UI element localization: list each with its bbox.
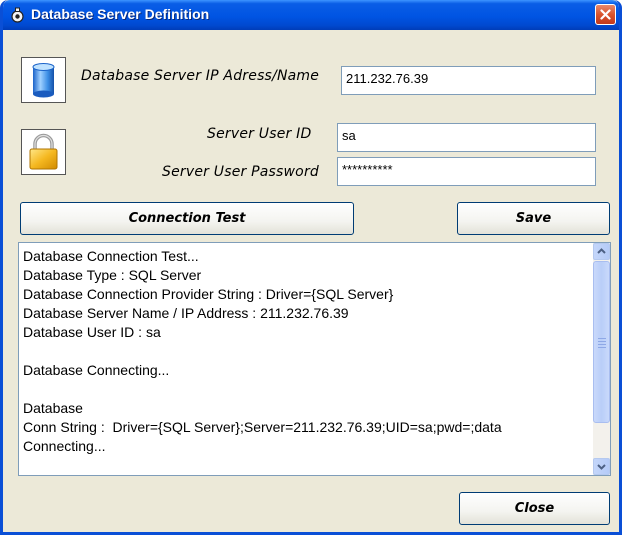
save-button[interactable]: Save [457, 202, 610, 235]
user-id-input[interactable]: sa [337, 123, 596, 152]
log-line: Database Server Name / IP Address : 211.… [23, 305, 349, 321]
connection-test-button[interactable]: Connection Test [20, 202, 354, 235]
title-bar[interactable]: Database Server Definition [3, 0, 619, 30]
log-line: Database Type : SQL Server [23, 267, 202, 283]
log-line: Database Connecting... [23, 362, 170, 378]
log-text: Database Connection Test... Database Type… [23, 247, 589, 456]
close-button[interactable]: Close [459, 492, 610, 525]
title-close-button[interactable] [595, 4, 616, 25]
chevron-up-icon [597, 248, 606, 254]
log-line: Conn String : Driver={SQL Server};Server… [23, 419, 502, 435]
server-ip-input[interactable]: 211.232.76.39 [341, 66, 596, 95]
log-line: Connecting... [23, 438, 106, 454]
log-line: Database [23, 400, 83, 416]
database-icon [21, 57, 66, 103]
scroll-up-button[interactable] [593, 243, 610, 260]
password-label: Server User Password [162, 164, 319, 180]
dialog-content: Database Server IP Adress/Name 211.232.7… [3, 30, 619, 532]
scroll-down-button[interactable] [593, 458, 610, 475]
app-icon [10, 7, 25, 23]
log-line: Database Connection Test... [23, 248, 199, 264]
user-id-label: Server User ID [207, 126, 312, 142]
connection-log[interactable]: Database Connection Test... Database Type… [18, 242, 611, 476]
log-line: Database User ID : sa [23, 324, 161, 340]
database-server-definition-window: Database Server Definition Database Serv… [0, 0, 622, 535]
log-scrollbar[interactable] [593, 243, 610, 475]
close-icon [600, 9, 611, 20]
lock-icon [21, 129, 66, 175]
chevron-down-icon [597, 464, 606, 470]
password-input[interactable]: ********** [337, 157, 596, 186]
scroll-thumb[interactable] [593, 261, 610, 423]
window-title: Database Server Definition [31, 6, 210, 22]
server-ip-label: Database Server IP Adress/Name [81, 68, 320, 84]
log-line: Database Connection Provider String : Dr… [23, 286, 394, 302]
